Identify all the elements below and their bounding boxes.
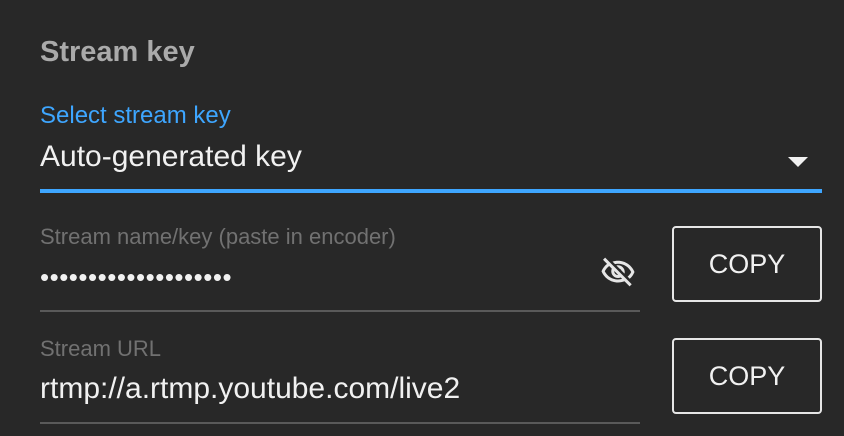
stream-url-label: Stream URL <box>40 336 162 361</box>
stream-key-underline <box>40 310 640 312</box>
dropdown-arrow-icon[interactable] <box>788 157 808 167</box>
section-title: Stream key <box>40 36 195 68</box>
copy-stream-key-button[interactable]: COPY <box>672 226 822 302</box>
stream-key-panel: Stream key Select stream key Auto-genera… <box>0 0 844 436</box>
stream-key-select-label: Select stream key <box>40 102 231 129</box>
select-underline <box>40 189 822 193</box>
stream-key-value[interactable]: •••••••••••••••••••• <box>40 262 232 293</box>
copy-stream-url-button[interactable]: COPY <box>672 338 822 414</box>
visibility-off-icon[interactable] <box>598 254 638 290</box>
stream-url-field[interactable]: Stream URL rtmp://a.rtmp.youtube.com/liv… <box>40 336 640 426</box>
stream-url-value[interactable]: rtmp://a.rtmp.youtube.com/live2 <box>40 372 460 406</box>
stream-url-underline <box>40 422 640 424</box>
stream-key-field[interactable]: Stream name/key (paste in encoder) •••••… <box>40 224 640 314</box>
stream-key-select-value: Auto-generated key <box>40 140 302 173</box>
stream-key-select[interactable]: Select stream key Auto-generated key <box>40 100 822 193</box>
stream-key-label: Stream name/key (paste in encoder) <box>40 224 396 249</box>
